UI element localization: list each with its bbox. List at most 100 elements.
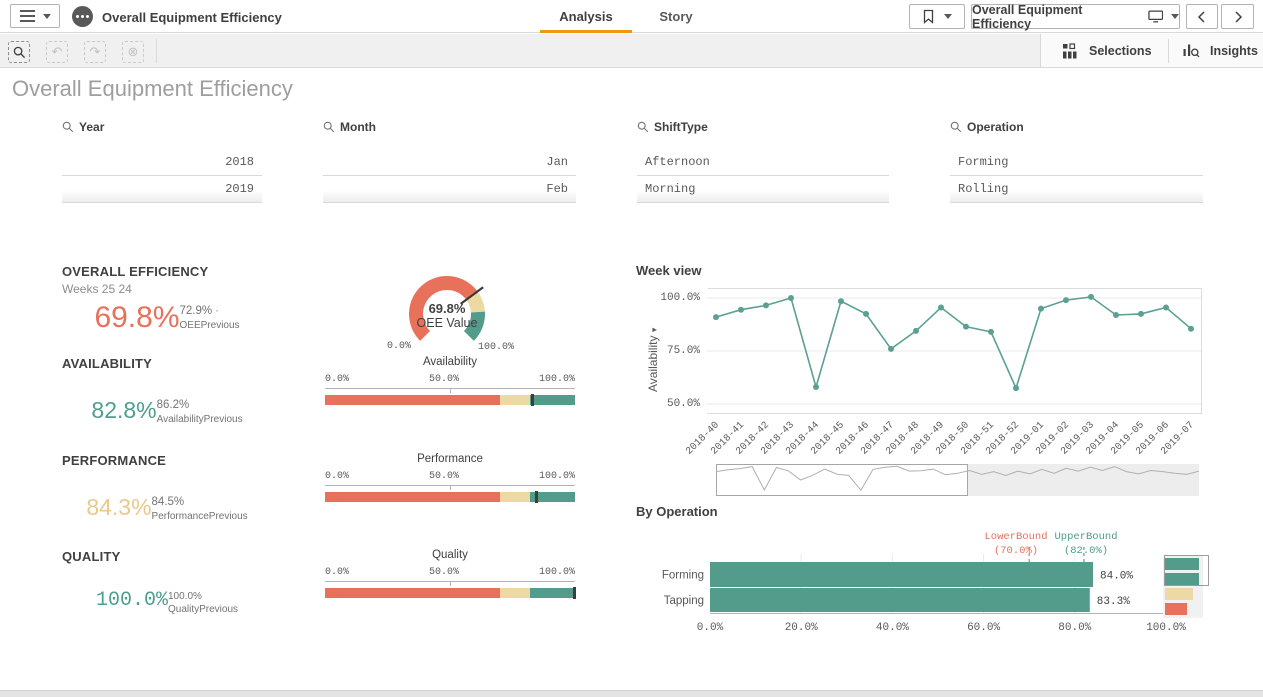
filterbox-operation: Operation Forming Rolling (950, 118, 1203, 206)
smart-search-button[interactable] (8, 41, 30, 63)
clear-selections-button[interactable]: ⊗ (122, 41, 144, 63)
svg-text:83.3%: 83.3% (1097, 596, 1130, 608)
bullet-bar (325, 588, 575, 598)
filter-shifttype-header[interactable]: ShiftType (637, 118, 889, 135)
kpi-performance-heading: PERFORMANCE (62, 453, 166, 468)
sheet-selector-button[interactable]: Overall Equipment Efficiency (971, 4, 1180, 29)
kpi-value: 84.3% (86, 496, 151, 519)
filter-label: Year (79, 120, 104, 134)
kpi-previous-value: 84.5% (152, 496, 248, 510)
performance-bullet-chart[interactable]: Performance 0.0%50.0%100.0% (325, 453, 575, 502)
selections-label: Selections (1089, 44, 1152, 58)
navigation-menu-button[interactable] (10, 4, 60, 28)
minimap-window[interactable] (1164, 555, 1209, 586)
insights-icon (1182, 42, 1200, 59)
redo-icon: ↷ (90, 45, 101, 60)
undo-selection-button[interactable]: ↶ (46, 41, 68, 63)
selections-button[interactable]: Selections (1062, 34, 1152, 67)
kpi-previous-value: 72.9%· (180, 305, 240, 319)
quality-bullet-chart[interactable]: Quality0.0%50.0%100.0% (325, 549, 575, 598)
sheet-selector-label: Overall Equipment Efficiency (972, 3, 1140, 31)
svg-text:0.0%: 0.0% (697, 622, 724, 634)
insights-label: Insights (1210, 44, 1258, 58)
tab-story-label: Story (659, 9, 692, 24)
search-icon (62, 121, 74, 133)
filter-label: ShiftType (654, 120, 708, 134)
filter-item[interactable]: Rolling (950, 176, 1203, 203)
data-point (963, 324, 969, 330)
y-tick-label: 100.0% (620, 292, 700, 304)
app-window: Overall Equipment Efficiency Analysis St… (0, 0, 1263, 697)
kpi-availability-heading: AVAILABILITY (62, 356, 152, 371)
filter-shifttype-list: Afternoon Morning (637, 149, 889, 203)
bullet-title: Performance (325, 453, 575, 467)
data-point (1113, 312, 1119, 318)
kpi-previous-label: PerformancePrevious (152, 510, 248, 523)
filter-month-list: Jan Feb (323, 149, 576, 203)
availability-bullet-chart[interactable]: Availability0.0%50.0%100.0% (325, 356, 575, 405)
filter-item[interactable]: Afternoon (637, 149, 889, 176)
svg-text:40.0%: 40.0% (876, 622, 909, 634)
oee-gauge-chart[interactable]: 69.8%OEE Value0.0%100.0% (372, 268, 562, 354)
kpi-previous-label: AvailabilityPrevious (157, 413, 243, 426)
svg-text:84.0%: 84.0% (1100, 571, 1133, 583)
bottom-scrollbar[interactable] (0, 690, 1263, 697)
data-point (1188, 326, 1194, 332)
bullet-value-marker (535, 491, 538, 503)
redo-selection-button[interactable]: ↷ (84, 41, 106, 63)
app-logo (72, 6, 93, 27)
data-point (1038, 306, 1044, 312)
tab-analysis-label: Analysis (559, 9, 612, 24)
toolbar-divider (156, 39, 157, 63)
svg-text:60.0%: 60.0% (967, 622, 1000, 634)
data-point (1013, 385, 1019, 391)
next-sheet-button[interactable] (1221, 4, 1254, 29)
filter-item[interactable]: Morning (637, 176, 889, 203)
line-chart-canvas (707, 288, 1202, 414)
bar (710, 562, 1093, 587)
bar (710, 588, 1090, 612)
bullet-axis-labels: 0.0%50.0%100.0% (325, 471, 575, 482)
navigator-canvas (716, 464, 1199, 496)
kpi-previous-value: 86.2% (157, 399, 243, 413)
filter-year-header[interactable]: Year (62, 118, 262, 135)
filter-month-header[interactable]: Month (323, 118, 576, 135)
tab-story[interactable]: Story (648, 0, 704, 33)
previous-sheet-button[interactable] (1186, 4, 1218, 29)
y-tick-label: 50.0% (620, 398, 700, 410)
bullet-axis-line (325, 388, 575, 389)
kpi-previous-value: 100.0% (168, 591, 238, 603)
filter-item[interactable]: 2019 (62, 176, 262, 203)
y-axis-dimension-selector[interactable]: Availability ▾ (646, 328, 660, 392)
range-navigator[interactable] (716, 464, 1199, 496)
svg-text:100.0%: 100.0% (478, 342, 514, 353)
bullet-axis-line (325, 485, 575, 486)
kpi-performance-value: 84.3% 84.5% PerformancePrevious (62, 496, 272, 523)
kpi-overall-subtitle: Weeks 25 24 (62, 282, 132, 296)
data-point (938, 305, 944, 311)
gauge-canvas: 69.8%OEE Value0.0%100.0% (372, 268, 562, 354)
filter-item[interactable]: Feb (323, 176, 576, 203)
filter-item[interactable]: 2018 (62, 149, 262, 176)
filter-year-list: 2018 2019 (62, 149, 262, 203)
sheet-icon (1148, 9, 1164, 24)
svg-text:20.0%: 20.0% (785, 622, 818, 634)
week-view-title: Week view (636, 263, 702, 278)
filter-operation-header[interactable]: Operation (950, 118, 1203, 135)
data-point (738, 307, 744, 313)
data-point (1138, 311, 1144, 317)
tab-analysis[interactable]: Analysis (540, 0, 632, 33)
bookmarks-button[interactable] (909, 4, 965, 29)
insights-button[interactable]: Insights (1182, 34, 1258, 67)
data-point (788, 295, 794, 301)
bullet-bar (325, 492, 575, 502)
search-icon (637, 121, 649, 133)
filter-label: Operation (967, 120, 1024, 134)
filter-item[interactable]: Forming (950, 149, 1203, 176)
chevron-right-icon (1232, 10, 1244, 24)
search-icon (950, 121, 962, 133)
filter-item[interactable]: Jan (323, 149, 576, 176)
svg-text:100.0%: 100.0% (1146, 622, 1186, 634)
minimap-bar (1165, 588, 1193, 600)
week-view-plot[interactable] (707, 288, 1202, 414)
